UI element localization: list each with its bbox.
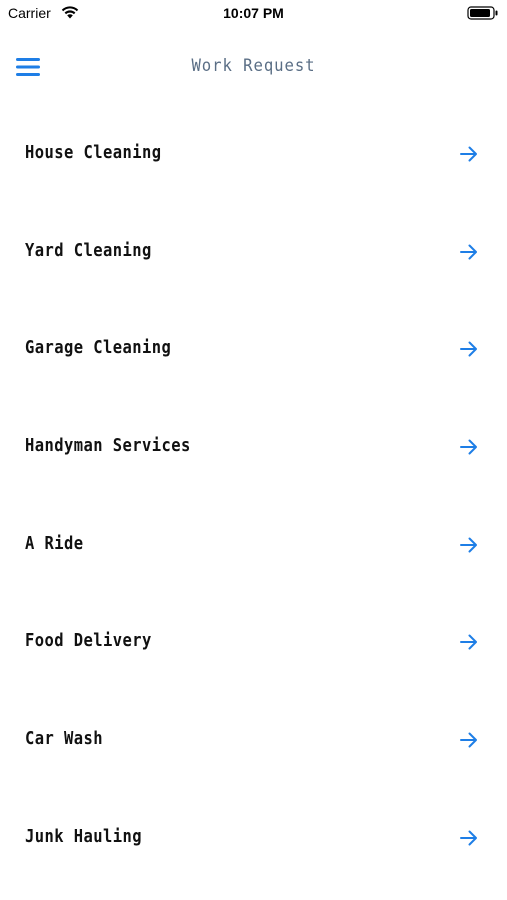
arrow-right-icon[interactable] <box>458 535 480 555</box>
list-item[interactable]: Handyman Services <box>0 399 507 497</box>
list-item[interactable]: Car Wash <box>0 692 507 790</box>
arrow-right-icon[interactable] <box>458 144 480 164</box>
service-label: Yard Cleaning <box>25 239 152 261</box>
service-label: Junk Hauling <box>25 825 143 847</box>
arrow-right-icon[interactable] <box>458 632 480 652</box>
arrow-right-icon[interactable] <box>458 828 480 848</box>
list-item[interactable]: Yard Cleaning <box>0 204 507 302</box>
list-item[interactable]: Food Delivery <box>0 594 507 692</box>
service-label: Handyman Services <box>25 435 191 457</box>
service-list: House Cleaning Yard Cleaning Garage Clea… <box>0 106 507 888</box>
status-time: 10:07 PM <box>223 5 284 21</box>
arrow-right-icon[interactable] <box>458 339 480 359</box>
service-label: Car Wash <box>25 728 104 750</box>
arrow-right-icon[interactable] <box>458 242 480 262</box>
list-item[interactable]: Garage Cleaning <box>0 301 507 399</box>
battery-icon <box>467 6 498 20</box>
service-label: Garage Cleaning <box>25 337 172 359</box>
service-label: House Cleaning <box>25 142 162 163</box>
arrow-right-icon[interactable] <box>458 730 480 750</box>
nav-bar: Work Request <box>0 28 507 108</box>
list-item[interactable]: Junk Hauling <box>0 790 507 888</box>
page-title: Work Request <box>191 56 316 76</box>
service-label: A Ride <box>25 532 84 554</box>
service-label: Food Delivery <box>25 630 152 652</box>
list-item[interactable]: House Cleaning <box>0 106 507 204</box>
list-item[interactable]: A Ride <box>0 497 507 595</box>
status-bar: Carrier 10:07 PM <box>0 0 507 28</box>
arrow-right-icon[interactable] <box>458 437 480 457</box>
